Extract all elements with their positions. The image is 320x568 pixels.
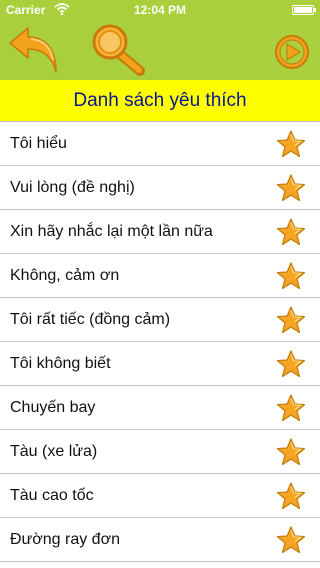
battery-icon: [292, 5, 316, 15]
list-item-label: Tôi hiểu: [10, 135, 67, 152]
star-icon[interactable]: [276, 217, 306, 247]
play-circle-icon: [275, 35, 309, 69]
search-button[interactable]: [88, 20, 148, 80]
list-item[interactable]: Đường ray đơn: [0, 518, 320, 562]
list-item[interactable]: Tàu (xe lửa): [0, 430, 320, 474]
list-item-label: Tàu (xe lửa): [10, 443, 98, 460]
list-item-label: Vui lòng (đề nghị): [10, 179, 135, 196]
play-button[interactable]: [272, 20, 312, 80]
star-icon[interactable]: [276, 525, 306, 555]
status-bar: Carrier 12:04 PM: [0, 0, 320, 20]
list-item-label: Tàu cao tốc: [10, 487, 94, 504]
list-item[interactable]: Tôi rất tiếc (đồng cảm): [0, 298, 320, 342]
list-item[interactable]: Tôi hiểu: [0, 122, 320, 166]
back-button[interactable]: [6, 20, 60, 80]
list-item-label: Xin hãy nhắc lại một lần nữa: [10, 223, 213, 240]
list-item-label: Tôi rất tiếc (đồng cảm): [10, 311, 171, 328]
toolbar: [0, 20, 320, 80]
star-icon[interactable]: [276, 349, 306, 379]
list-item[interactable]: Tàu cao tốc: [0, 474, 320, 518]
star-icon[interactable]: [276, 305, 306, 335]
list-item-label: Đường ray đơn: [10, 531, 120, 548]
list-item[interactable]: Tôi không biết: [0, 342, 320, 386]
favorites-list: Tôi hiểu Vui lòng (đề nghị) Xin hãy nhắc l…: [0, 122, 320, 562]
star-icon[interactable]: [276, 173, 306, 203]
page-title: Danh sách yêu thích: [0, 80, 320, 122]
star-icon[interactable]: [276, 393, 306, 423]
list-item-label: Không, cảm ơn: [10, 267, 120, 284]
star-icon[interactable]: [276, 437, 306, 467]
list-item[interactable]: Vui lòng (đề nghị): [0, 166, 320, 210]
status-time: 12:04 PM: [133, 3, 187, 17]
list-item-label: Tôi không biết: [10, 355, 111, 372]
list-item-label: Chuyến bay: [10, 399, 96, 416]
star-icon[interactable]: [276, 129, 306, 159]
list-item[interactable]: Chuyến bay: [0, 386, 320, 430]
list-item[interactable]: Không, cảm ơn: [0, 254, 320, 298]
magnifier-icon: [92, 24, 145, 76]
back-arrow-icon: [9, 27, 57, 73]
star-icon[interactable]: [276, 261, 306, 291]
list-item[interactable]: Xin hãy nhắc lại một lần nữa: [0, 210, 320, 254]
star-icon[interactable]: [276, 481, 306, 511]
